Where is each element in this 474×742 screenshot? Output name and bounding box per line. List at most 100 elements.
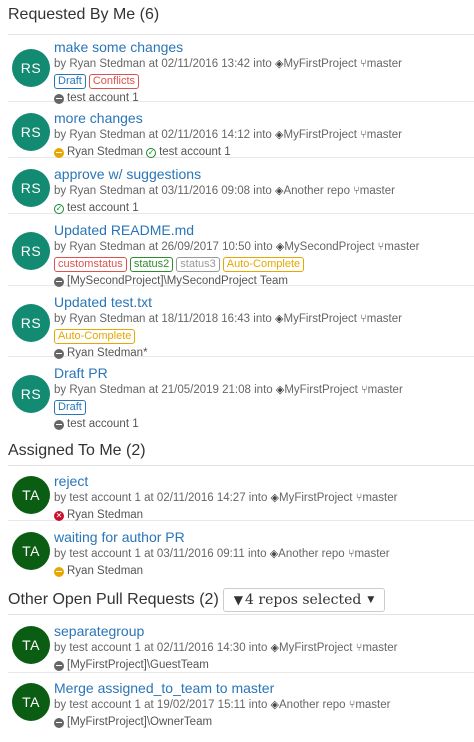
status-label: status3: [176, 257, 220, 272]
branch-name: master: [362, 642, 398, 654]
vote-reject-icon: ✕: [54, 510, 64, 521]
section-title: Other Open Pull Requests: [8, 591, 195, 608]
avatar: TA: [12, 476, 50, 514]
pr-title-link[interactable]: separategroup: [54, 622, 474, 640]
avatar: TA: [12, 626, 50, 664]
pr-meta: by test account 1 at 02/11/2016 14:30 in…: [54, 641, 474, 656]
label-list: Draft: [54, 400, 474, 415]
branch-icon: ⑂: [353, 185, 360, 197]
section-count: (6): [139, 6, 160, 23]
avatar: RS: [12, 232, 50, 270]
pr-body: more changes by Ryan Stedman at 02/11/201…: [54, 109, 474, 160]
pr-author-date: by Ryan Stedman at 18/11/2018 16:43 into: [54, 313, 272, 325]
repo-icon: ◈: [269, 548, 279, 560]
repo-icon: ◈: [270, 492, 280, 504]
vote-none-icon: [54, 93, 64, 104]
repo-name: MyFirstProject: [284, 384, 358, 396]
pr-title-link[interactable]: make some changes: [54, 38, 474, 56]
reviewer: test account 1: [54, 91, 139, 106]
pr-title-link[interactable]: reject: [54, 472, 474, 490]
repo-name: Another repo: [283, 185, 350, 197]
repo-filter-button[interactable]: ▼ 4 repos selected ▼: [222, 588, 386, 612]
pr-title-link[interactable]: Draft PR: [54, 364, 474, 382]
label-list: Auto-Complete: [54, 329, 474, 344]
avatar: RS: [12, 49, 50, 87]
section-count: (2): [199, 591, 219, 608]
avatar: RS: [12, 113, 50, 151]
repo-name: Another repo: [279, 699, 346, 711]
reviewer-list: test account 1: [54, 417, 474, 432]
repo-name: Another repo: [278, 548, 345, 560]
avatar: TA: [12, 532, 50, 570]
status-label: Conflicts: [88, 74, 140, 89]
vote-none-icon: [54, 348, 64, 359]
pr-title-link[interactable]: approve w/ suggestions: [54, 165, 474, 183]
pr-body: separategroup by test account 1 at 02/11/…: [54, 622, 474, 673]
reviewer-name: Ryan Stedman*: [67, 347, 148, 359]
vote-wait-icon: [54, 566, 64, 577]
vote-none-icon: [54, 660, 64, 671]
reviewer-name: Ryan Stedman: [67, 509, 144, 521]
pr-title-link[interactable]: Updated README.md: [54, 221, 474, 239]
section-header: Other Open Pull Requests (2) ▼ 4 repos sel…: [8, 588, 386, 612]
avatar: RS: [12, 169, 50, 207]
pr-meta: by Ryan Stedman at 18/11/2018 16:43 into…: [54, 312, 474, 327]
caret-down-icon: ▼: [367, 595, 375, 605]
avatar: TA: [12, 683, 50, 721]
pr-author-date: by test account 1 at 03/11/2016 09:11 in…: [54, 548, 267, 560]
section-divider: [8, 614, 474, 615]
status-label: Draft: [54, 400, 86, 415]
vote-none-icon: [54, 419, 64, 430]
pr-meta: by Ryan Stedman at 02/11/2016 14:12 into…: [54, 128, 474, 143]
pr-author-date: by test account 1 at 19/02/2017 15:11 in…: [54, 699, 268, 711]
pr-body: Merge assigned_to_team to master by test …: [54, 679, 474, 730]
reviewer: ✕ Ryan Stedman: [54, 508, 143, 523]
pr-meta: by Ryan Stedman at 26/09/2017 10:50 into…: [54, 240, 474, 255]
branch-icon: ⑂: [360, 58, 367, 70]
pr-author-date: by test account 1 at 02/11/2016 14:27 in…: [54, 492, 268, 504]
pr-body: waiting for author PR by test account 1 a…: [54, 528, 474, 579]
pr-title-link[interactable]: more changes: [54, 109, 474, 127]
pr-body: make some changes by Ryan Stedman at 02/1…: [54, 38, 474, 106]
pr-author-date: by Ryan Stedman at 26/09/2017 10:50 into: [54, 241, 273, 253]
pr-body: Draft PR by Ryan Stedman at 21/05/2019 21…: [54, 364, 474, 432]
branch-name: master: [367, 384, 403, 396]
section-header: Requested By Me (6): [8, 6, 159, 24]
section-header: Assigned To Me (2): [8, 442, 146, 460]
branch-name: master: [359, 185, 395, 197]
label-list: customstatus status2 status3 Auto-Complete: [54, 257, 474, 272]
avatar: RS: [12, 375, 50, 413]
reviewer-list: Ryan Stedman ✓ test account 1: [54, 145, 474, 160]
reviewer: Ryan Stedman: [54, 564, 143, 579]
repo-name: MySecondProject: [284, 241, 375, 253]
section-title: Assigned To Me: [8, 442, 122, 459]
pr-title-link[interactable]: Updated test.txt: [54, 293, 474, 311]
reviewer-name: [MyFirstProject]\GuestTeam: [67, 659, 209, 671]
pr-meta: by test account 1 at 03/11/2016 09:11 in…: [54, 547, 474, 562]
pr-title-link[interactable]: waiting for author PR: [54, 528, 474, 546]
reviewer: ✓ test account 1: [54, 201, 139, 216]
reviewer: [MySecondProject]\MySecondProject Team: [54, 274, 288, 289]
pr-title-link[interactable]: Merge assigned_to_team to master: [54, 679, 474, 697]
pr-body: Updated README.md by Ryan Stedman at 26/0…: [54, 221, 474, 289]
pr-author-date: by Ryan Stedman at 21/05/2019 21:08 into: [54, 384, 273, 396]
reviewer: [MyFirstProject]\GuestTeam: [54, 658, 209, 673]
repo-name: MyFirstProject: [279, 492, 353, 504]
section-divider: [8, 465, 474, 466]
branch-icon: ⑂: [361, 384, 368, 396]
pr-meta: by Ryan Stedman at 03/11/2016 09:08 into…: [54, 184, 474, 199]
pr-meta: by Ryan Stedman at 21/05/2019 21:08 into…: [54, 383, 474, 398]
reviewer-list: ✓ test account 1: [54, 201, 474, 216]
reviewer-list: [MySecondProject]\MySecondProject Team: [54, 274, 474, 289]
pr-meta: by test account 1 at 19/02/2017 15:11 in…: [54, 698, 474, 713]
section-divider: [8, 34, 474, 35]
section-count: (2): [126, 442, 146, 459]
branch-name: master: [366, 129, 402, 141]
reviewer-list: Ryan Stedman*: [54, 346, 474, 361]
reviewer-name: Ryan Stedman: [67, 565, 144, 577]
reviewer-name: Ryan Stedman: [67, 146, 144, 158]
repo-name: MyFirstProject: [283, 313, 357, 325]
branch-icon: ⑂: [360, 129, 367, 141]
status-label: status2: [129, 257, 174, 272]
pr-author-date: by Ryan Stedman at 02/11/2016 13:42 into: [54, 58, 272, 70]
